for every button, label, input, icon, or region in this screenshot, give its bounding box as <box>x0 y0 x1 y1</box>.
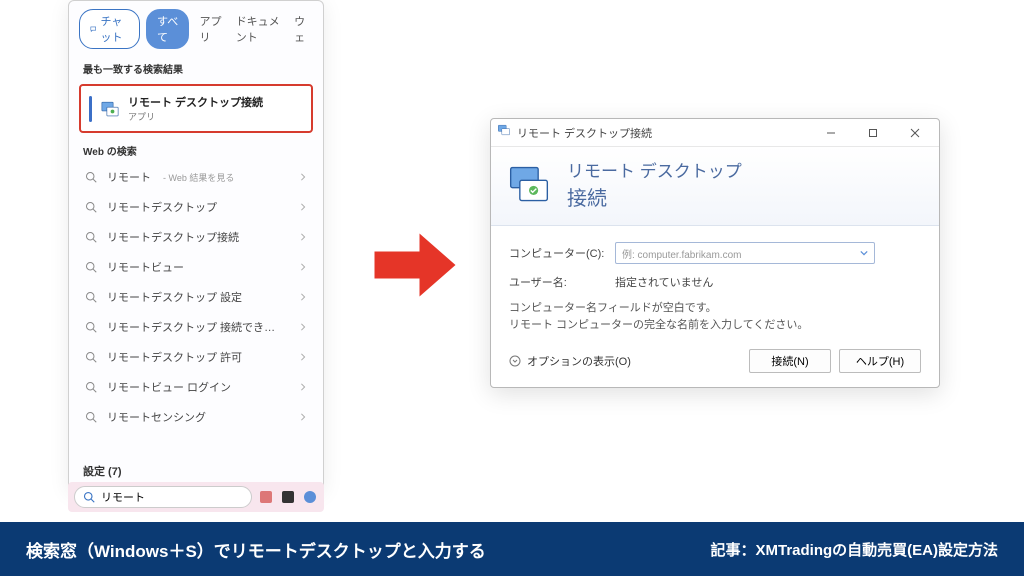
red-arrow <box>370 220 460 310</box>
search-icon <box>85 411 97 423</box>
web-result-item[interactable]: リモートビュー <box>69 252 323 282</box>
caption-bar: 検索窓（Windows＋S）でリモートデスクトップと入力する 記事：XMTrad… <box>0 522 1024 576</box>
best-match-heading: 最も一致する検索結果 <box>69 55 323 80</box>
web-result-label: リモートデスクトップ <box>107 199 217 215</box>
options-toggle[interactable]: オプションの表示(O) <box>509 353 631 369</box>
rdc-message: コンピューター名フィールドが空白です。 リモート コンピューターの完全な名前を入… <box>509 300 921 333</box>
best-match-subtitle: アプリ <box>128 110 263 123</box>
tab-documents[interactable]: ドキュメント <box>232 10 284 48</box>
web-result-item[interactable]: リモートデスクトップ 許可 <box>69 342 323 372</box>
web-result-label: リモートデスクトップ 許可 <box>107 349 242 365</box>
search-icon <box>85 201 97 213</box>
computer-placeholder: 例: computer.fabrikam.com <box>622 246 741 261</box>
chevron-right-icon <box>299 233 307 241</box>
web-search-heading: Web の検索 <box>69 137 323 162</box>
web-result-item[interactable]: リモートデスクトップ 接続できない <box>69 312 323 342</box>
computer-combobox[interactable]: 例: computer.fabrikam.com <box>615 242 875 264</box>
taskbar-icon-1[interactable] <box>258 489 274 505</box>
search-icon <box>85 171 97 183</box>
taskbar-icon-2[interactable] <box>280 489 296 505</box>
web-result-label: リモートビュー ログイン <box>107 379 231 395</box>
rdc-logo-icon <box>507 162 551 206</box>
rdc-message-line2: リモート コンピューターの完全な名前を入力してください。 <box>509 317 921 334</box>
web-result-label: リモートデスクトップ 接続できない <box>107 319 277 335</box>
expand-icon <box>509 355 521 367</box>
search-icon <box>85 321 97 333</box>
rdc-message-line1: コンピューター名フィールドが空白です。 <box>509 300 921 317</box>
username-label: ユーザー名: <box>509 274 605 290</box>
best-match-title: リモート デスクトップ接続 <box>128 94 263 110</box>
search-icon <box>83 491 95 503</box>
connect-button[interactable]: 接続(N) <box>749 349 831 373</box>
tab-all-label: すべて <box>157 13 178 45</box>
caption-right: 記事：XMTradingの自動売買(EA)設定方法 <box>711 539 999 560</box>
tab-chat[interactable]: チャット <box>79 9 140 49</box>
search-icon <box>85 291 97 303</box>
rdc-heading-2: 接続 <box>567 182 742 211</box>
web-result-label: リモート <box>107 169 151 185</box>
maximize-button[interactable] <box>855 123 891 143</box>
rdc-titlebar-icon <box>497 123 511 142</box>
selection-indicator <box>89 96 92 122</box>
web-result-item[interactable]: リモートデスクトップ接続 <box>69 222 323 252</box>
web-result-item[interactable]: リモートビュー ログイン <box>69 372 323 402</box>
web-result-label: リモートデスクトップ接続 <box>107 229 239 245</box>
search-tabs: チャット すべて アプリ ドキュメント ウェ <box>69 1 323 55</box>
web-result-item[interactable]: リモート - Web 結果を見る <box>69 162 323 192</box>
tab-chat-label: チャット <box>101 13 130 45</box>
web-result-label: リモートビュー <box>107 259 184 275</box>
search-input[interactable] <box>101 491 243 503</box>
minimize-button[interactable] <box>813 123 849 143</box>
caption-left: 検索窓（Windows＋S）でリモートデスクトップと入力する <box>26 537 486 562</box>
options-label: オプションの表示(O) <box>527 353 631 369</box>
chevron-right-icon <box>299 173 307 181</box>
chevron-right-icon <box>299 413 307 421</box>
windows-search-panel: チャット すべて アプリ ドキュメント ウェ 最も一致する検索結果 リモート デ… <box>68 0 324 490</box>
rdc-window-title: リモート デスクトップ接続 <box>517 125 807 141</box>
rdc-window: リモート デスクトップ接続 リモート デスクトップ 接続 コンピューター(C):… <box>490 118 940 388</box>
search-icon <box>85 231 97 243</box>
chevron-right-icon <box>299 203 307 211</box>
taskbar <box>68 482 324 512</box>
chevron-right-icon <box>299 323 307 331</box>
web-results-list: リモート- Web 結果を見るリモートデスクトップリモートデスクトップ接続リモー… <box>69 162 323 453</box>
web-result-sub: - Web 結果を見る <box>163 171 234 184</box>
web-result-item[interactable]: リモートデスクトップ 設定 <box>69 282 323 312</box>
rdc-titlebar: リモート デスクトップ接続 <box>491 119 939 147</box>
chevron-right-icon <box>299 383 307 391</box>
best-match-item[interactable]: リモート デスクトップ接続 アプリ <box>79 84 313 133</box>
computer-label: コンピューター(C): <box>509 245 605 261</box>
tab-all[interactable]: すべて <box>146 9 189 49</box>
tab-web[interactable]: ウェ <box>290 10 313 48</box>
tab-apps[interactable]: アプリ <box>195 10 225 48</box>
username-value: 指定されていません <box>615 274 713 290</box>
search-icon <box>85 261 97 273</box>
chevron-right-icon <box>299 263 307 271</box>
taskbar-icon-3[interactable] <box>302 489 318 505</box>
web-result-item[interactable]: リモートデスクトップ <box>69 192 323 222</box>
web-result-label: リモートデスクトップ 設定 <box>107 289 242 305</box>
rdc-heading-1: リモート デスクトップ <box>567 157 742 182</box>
search-icon <box>85 351 97 363</box>
chevron-right-icon <box>299 293 307 301</box>
chevron-right-icon <box>299 353 307 361</box>
taskbar-search-box[interactable] <box>74 486 252 508</box>
close-button[interactable] <box>897 123 933 143</box>
chevron-down-icon <box>860 249 868 257</box>
web-result-item[interactable]: リモートセンシング <box>69 402 323 432</box>
rdc-banner: リモート デスクトップ 接続 <box>491 147 939 226</box>
web-result-label: リモートセンシング <box>107 409 206 425</box>
help-button[interactable]: ヘルプ(H) <box>839 349 921 373</box>
search-icon <box>85 381 97 393</box>
rdc-app-icon <box>100 99 120 119</box>
